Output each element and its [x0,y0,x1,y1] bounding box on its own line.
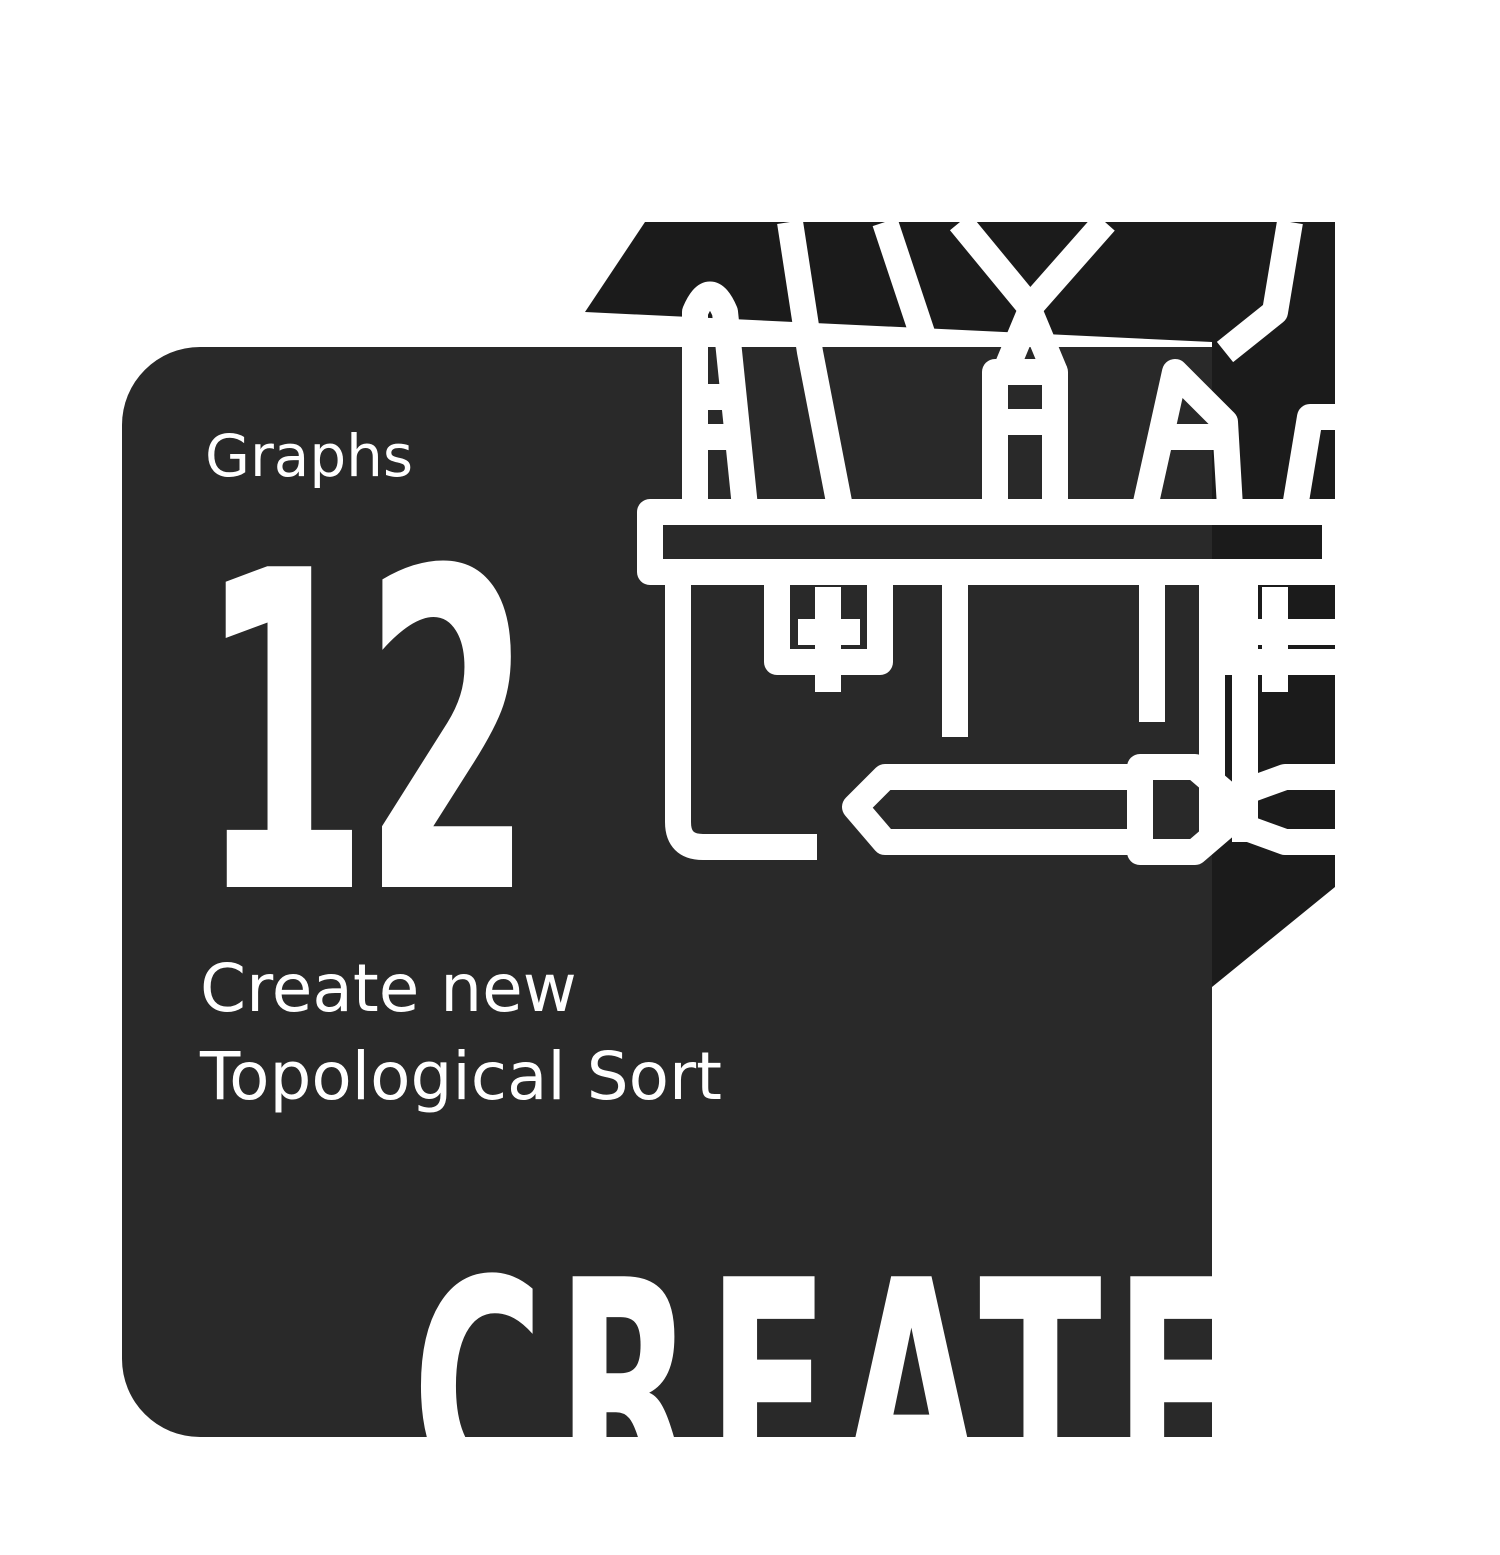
category-label: Graphs [205,422,414,490]
card-title-line-2: Topological Sort [200,1038,723,1115]
toolbox-icon [585,222,1335,987]
graph-count: 12 [198,479,533,991]
create-watermark: CREATE [412,1217,1212,1438]
